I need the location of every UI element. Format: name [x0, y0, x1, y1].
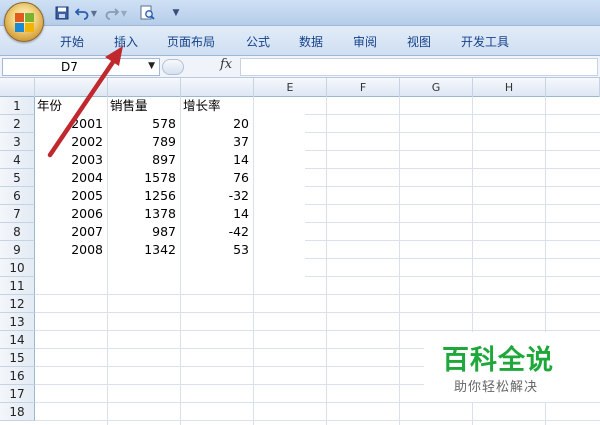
- table-cell[interactable]: -42: [181, 223, 251, 241]
- select-all-corner[interactable]: [0, 78, 35, 97]
- table-cell[interactable]: 2001: [35, 115, 105, 133]
- tab-page-layout[interactable]: 页面布局: [167, 33, 215, 50]
- row-header[interactable]: 15: [0, 349, 35, 367]
- table-cell[interactable]: 1342: [108, 241, 178, 259]
- redo-dropdown-icon[interactable]: ▼: [120, 4, 128, 22]
- table-cell[interactable]: 897: [108, 151, 178, 169]
- header-sales[interactable]: 销售量: [108, 97, 180, 115]
- row-header[interactable]: 12: [0, 295, 35, 313]
- ribbon-tabs: 开始 插入 页面布局 公式 数据 审阅 视图 开发工具: [0, 26, 600, 56]
- column-header-a[interactable]: [35, 78, 108, 97]
- watermark: 百科全说 助你轻松解决: [424, 332, 600, 402]
- row-header[interactable]: 14: [0, 331, 35, 349]
- column-header-e[interactable]: F: [327, 78, 400, 97]
- table-cell[interactable]: 987: [108, 223, 178, 241]
- column-header-b[interactable]: [108, 78, 181, 97]
- office-logo-icon: [15, 13, 35, 33]
- watermark-title: 百科全说: [442, 345, 554, 376]
- watermark-subtitle: 助你轻松解决: [454, 380, 539, 395]
- table-cell[interactable]: -32: [181, 187, 251, 205]
- table-cell[interactable]: 2006: [35, 205, 105, 223]
- table-cell[interactable]: 14: [181, 151, 251, 169]
- formula-bar: D7 ▼ fx: [0, 56, 600, 78]
- table-cell[interactable]: 2002: [35, 133, 105, 151]
- table-cell[interactable]: 2008: [35, 241, 105, 259]
- row-headers: 1 2 3 4 5 6 7 8 9 10 11 12 13 14 15 16 17 18: [0, 97, 35, 425]
- row-header[interactable]: 7: [0, 205, 35, 223]
- office-button[interactable]: [4, 2, 44, 42]
- name-box-value: D7: [61, 60, 78, 74]
- tab-insert[interactable]: 插入: [114, 33, 138, 50]
- header-year[interactable]: 年份: [35, 97, 107, 115]
- name-box-dropdown-icon[interactable]: ▼: [148, 61, 155, 71]
- table-cell[interactable]: 2007: [35, 223, 105, 241]
- table-cell[interactable]: 20: [181, 115, 251, 133]
- tab-data[interactable]: 数据: [299, 33, 323, 50]
- table-cell[interactable]: 789: [108, 133, 178, 151]
- column-header-h[interactable]: [546, 78, 600, 97]
- tab-view[interactable]: 视图: [407, 33, 431, 50]
- table-cell[interactable]: 76: [181, 169, 251, 187]
- tab-developer[interactable]: 开发工具: [461, 33, 509, 50]
- table-cell[interactable]: 37: [181, 133, 251, 151]
- customize-qat-icon[interactable]: ▼: [170, 4, 182, 22]
- undo-dropdown-icon[interactable]: ▼: [90, 4, 98, 22]
- save-icon[interactable]: [54, 4, 70, 22]
- row-header[interactable]: 3: [0, 133, 35, 151]
- insert-function-button[interactable]: fx: [220, 57, 232, 72]
- column-header-g[interactable]: H: [473, 78, 546, 97]
- table-cell[interactable]: 1378: [108, 205, 178, 223]
- row-header[interactable]: 13: [0, 313, 35, 331]
- row-header[interactable]: 8: [0, 223, 35, 241]
- formula-input[interactable]: [240, 58, 598, 76]
- row-header[interactable]: 4: [0, 151, 35, 169]
- table-cell[interactable]: 14: [181, 205, 251, 223]
- row-header[interactable]: 10: [0, 259, 35, 277]
- table-cell[interactable]: 2005: [35, 187, 105, 205]
- column-headers: E F G H: [0, 78, 600, 97]
- row-header[interactable]: 2: [0, 115, 35, 133]
- row-header[interactable]: 17: [0, 385, 35, 403]
- column-header-c[interactable]: [181, 78, 254, 97]
- undo-icon[interactable]: [74, 4, 90, 22]
- table-cell[interactable]: 578: [108, 115, 178, 133]
- row-header[interactable]: 18: [0, 403, 35, 421]
- table-cell[interactable]: 53: [181, 241, 251, 259]
- redo-icon[interactable]: [104, 4, 120, 22]
- tab-review[interactable]: 审阅: [353, 33, 377, 50]
- data-table: 年份 销售量 增长率 2001 578 20 2002 789 37 2003 897 14 20…: [35, 97, 305, 277]
- print-preview-icon[interactable]: [138, 4, 156, 22]
- formula-bar-expand-handle[interactable]: [162, 59, 184, 75]
- row-header[interactable]: 1: [0, 97, 35, 115]
- row-header[interactable]: 11: [0, 277, 35, 295]
- table-cell[interactable]: 1578: [108, 169, 178, 187]
- tab-home[interactable]: 开始: [60, 33, 84, 50]
- table-cell[interactable]: 2003: [35, 151, 105, 169]
- row-header[interactable]: 5: [0, 169, 35, 187]
- column-header-d[interactable]: E: [254, 78, 327, 97]
- row-header[interactable]: 9: [0, 241, 35, 259]
- row-header[interactable]: 6: [0, 187, 35, 205]
- name-box[interactable]: D7 ▼: [2, 58, 160, 76]
- table-cell[interactable]: 1256: [108, 187, 178, 205]
- row-header[interactable]: 16: [0, 367, 35, 385]
- header-growth[interactable]: 增长率: [181, 97, 253, 115]
- column-header-f[interactable]: G: [400, 78, 473, 97]
- table-cell[interactable]: 2004: [35, 169, 105, 187]
- tab-formulas[interactable]: 公式: [246, 33, 270, 50]
- title-bar: ▼ ▼ ▼: [0, 0, 600, 42]
